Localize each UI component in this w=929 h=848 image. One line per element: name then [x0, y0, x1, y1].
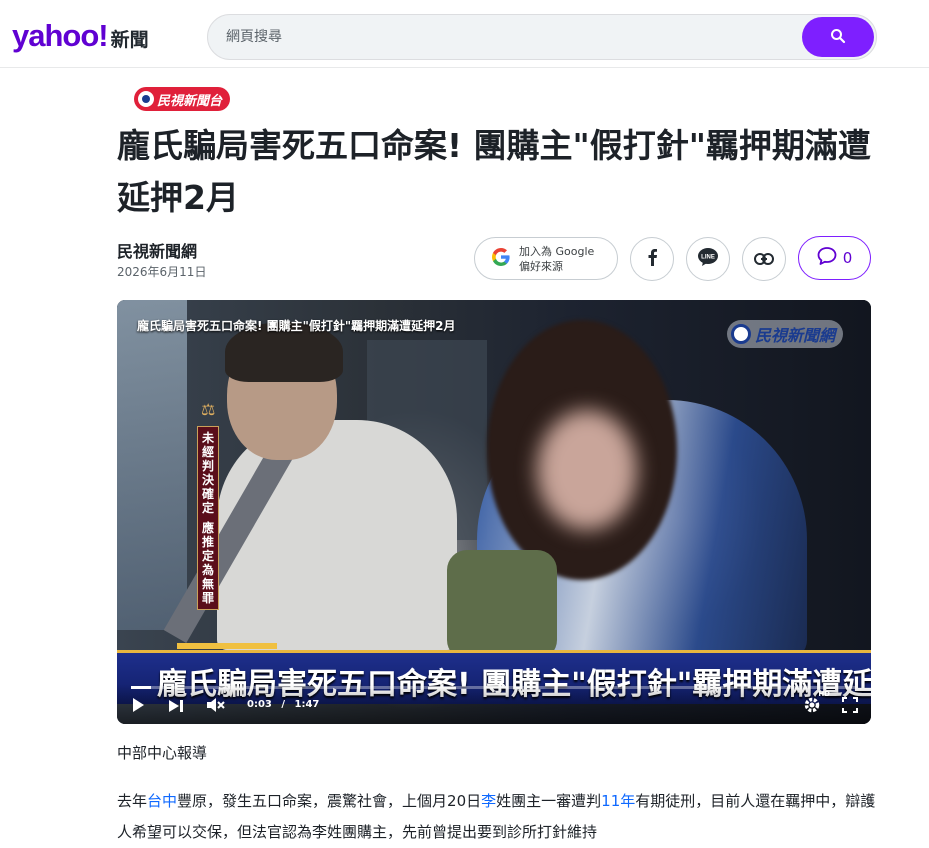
play-icon: [131, 697, 145, 717]
current-time: 0:03: [247, 699, 272, 710]
video-time: 0:03 / 1:47: [247, 699, 319, 710]
site-header: yahoo! 新聞: [0, 0, 929, 68]
video-progress-bar[interactable]: [131, 686, 857, 689]
fullscreen-icon: [842, 697, 858, 717]
google-icon: [491, 247, 511, 271]
svg-text:LINE: LINE: [701, 255, 715, 261]
search-button[interactable]: [802, 17, 874, 57]
fullscreen-button[interactable]: [839, 697, 861, 717]
comments-button[interactable]: 0: [798, 236, 871, 280]
article-paragraph: 去年台中豐原，發生五口命案，震驚社會，上個月20日李姓團主一審遭判11年有期徒刑…: [117, 792, 876, 841]
provider-badge[interactable]: 民視新聞台: [134, 87, 231, 111]
video-player[interactable]: 龐氏騙局害死五口命案! 團購主"假打針"羈押期滿遭延押2月 民視新聞網 ⚖ 未 …: [117, 300, 871, 724]
link-taichung[interactable]: 台中: [147, 792, 177, 810]
google-button-label: 加入為 Google 偏好來源: [519, 244, 595, 273]
play-button[interactable]: [127, 698, 149, 716]
video-controls: 0:03 / 1:47 HD: [117, 684, 871, 724]
next-icon: [168, 698, 184, 717]
gavel-icon: ⚖: [201, 400, 216, 419]
search-icon: [830, 28, 846, 47]
caption-accent-bar: [177, 643, 277, 649]
article-title: 龐氏騙局害死五口命案! 團購主"假打針"羈押期滿遭延押2月: [117, 126, 871, 217]
next-button[interactable]: [165, 698, 187, 716]
provider-logo-icon: [138, 91, 154, 107]
search-bar: [207, 14, 877, 60]
link-11-years[interactable]: 11年: [601, 792, 635, 810]
link-li[interactable]: 李: [481, 792, 496, 810]
provider-name: 民視新聞台: [157, 93, 223, 109]
comment-count: 0: [842, 249, 853, 267]
article-author[interactable]: 民視新聞網: [117, 238, 197, 262]
article-dateline: 中部中心報導: [117, 744, 208, 762]
logo-text: yahoo!: [12, 18, 109, 53]
channel-logo-icon: [730, 324, 751, 344]
mute-icon: [206, 697, 226, 717]
yahoo-news-logo[interactable]: yahoo! 新聞: [12, 18, 149, 54]
duration: 1:47: [294, 699, 320, 710]
time-separator: /: [281, 699, 286, 710]
share-line-button[interactable]: LINE: [686, 237, 730, 281]
settings-icon: HD: [802, 690, 830, 719]
mute-button[interactable]: [205, 698, 227, 716]
article-date: 2026年6月11日: [117, 265, 207, 279]
comment-icon: [817, 246, 837, 270]
link-icon: [754, 250, 774, 269]
copy-link-button[interactable]: [742, 237, 786, 281]
facebook-icon: [646, 248, 658, 270]
logo-subtitle: 新聞: [110, 29, 149, 51]
search-input[interactable]: [226, 15, 786, 59]
watermark-text: 民視新聞網: [754, 326, 835, 345]
video-overlay-title: 龐氏騙局害死五口命案! 團購主"假打針"羈押期滿遭延押2月: [137, 319, 456, 333]
hd-badge: HD: [818, 690, 830, 698]
legal-disclaimer-banner: 未 經 判 決 確 定 應 推 定 為 無 罪: [197, 426, 219, 610]
share-facebook-button[interactable]: [630, 237, 674, 281]
channel-watermark: 民視新聞網: [726, 320, 843, 348]
settings-button[interactable]: HD: [799, 690, 830, 719]
add-google-preferred-source-button[interactable]: 加入為 Google 偏好來源: [474, 237, 618, 280]
video-progress-fill: [131, 686, 152, 689]
line-icon: LINE: [697, 247, 719, 271]
